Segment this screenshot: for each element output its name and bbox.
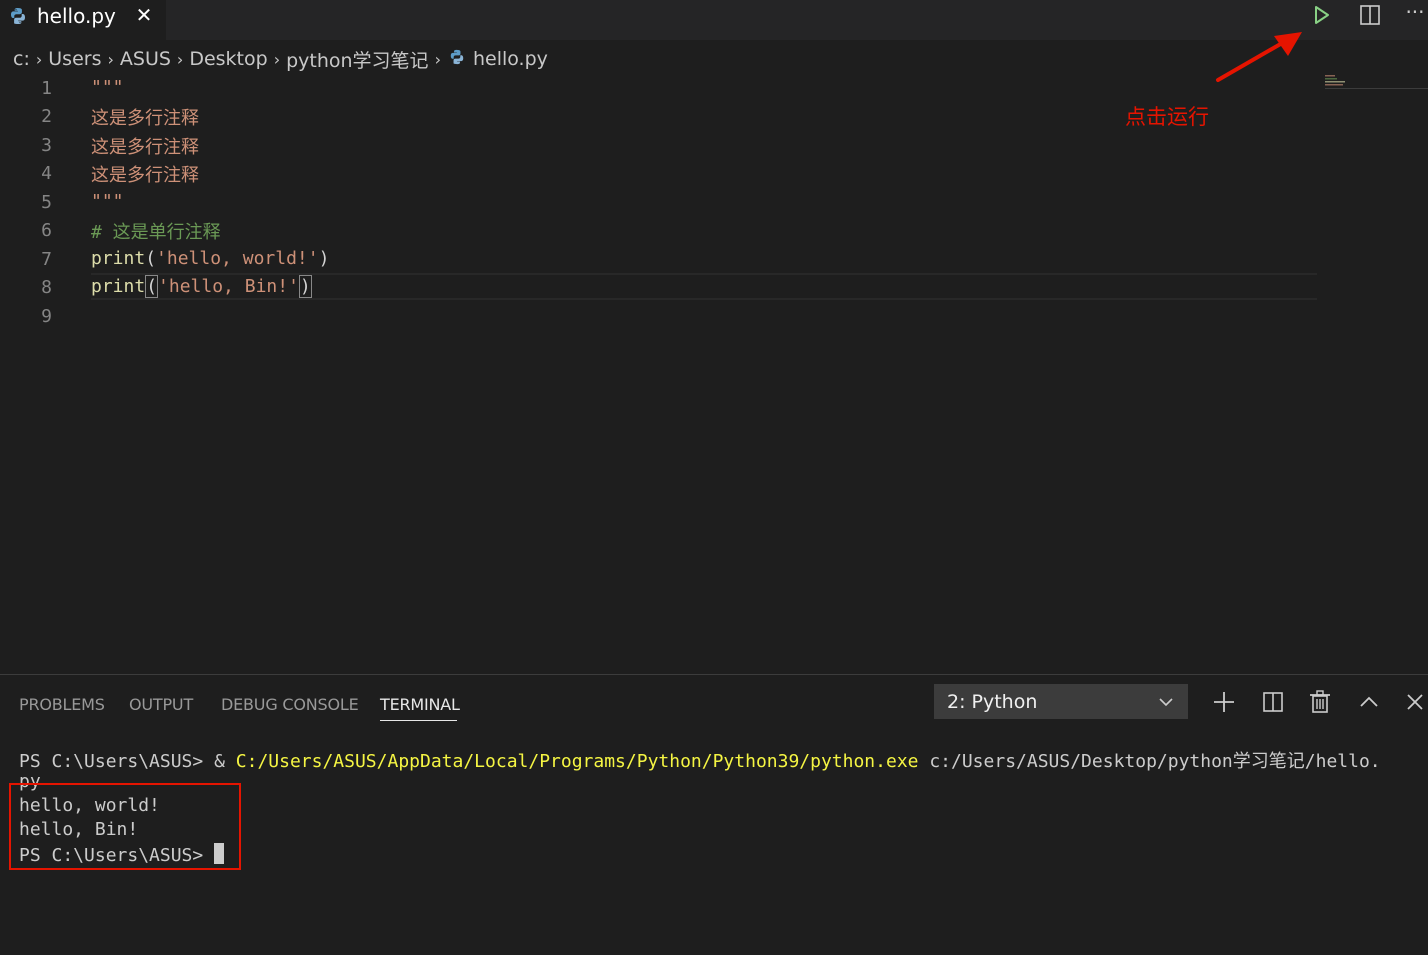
run-play-icon[interactable] xyxy=(1309,2,1335,28)
annotation-arrow xyxy=(1216,32,1302,82)
breadcrumb-folder[interactable]: python学习笔记 xyxy=(286,46,428,73)
chevron-right-icon: › xyxy=(35,49,43,69)
function-name: print xyxy=(91,248,146,269)
annotation-label: 点击运行 xyxy=(1125,105,1209,129)
trash-icon[interactable] xyxy=(1307,689,1333,715)
paren-close-matched: ) xyxy=(298,275,312,298)
paren-open: ( xyxy=(145,248,157,269)
code-line-8: print('hello, Bin!') xyxy=(91,275,312,298)
python-icon xyxy=(9,7,27,29)
chevron-right-icon: › xyxy=(434,49,441,69)
code-line-4: 这是多行注释 xyxy=(91,165,199,186)
code-editor[interactable]: 1 2 3 4 5 6 7 8 9 """ 这是多行注释 这是多行注释 这是多行… xyxy=(0,74,1428,674)
string-literal: 'hello, Bin!' xyxy=(158,276,299,297)
code-line-5: """ xyxy=(91,191,124,212)
line-number: 8 xyxy=(41,277,52,298)
breadcrumb-drive[interactable]: c: xyxy=(13,48,30,70)
code-line-2: 这是多行注释 xyxy=(91,108,199,129)
code-line-1: """ xyxy=(91,77,124,98)
tab-filename: hello.py xyxy=(37,4,116,28)
code-line-3: 这是多行注释 xyxy=(91,137,199,158)
terminal-select-value: 2: Python xyxy=(947,691,1038,713)
bottom-panel: PROBLEMS OUTPUT DEBUG CONSOLE TERMINAL 2… xyxy=(0,674,1428,955)
close-icon[interactable]: ✕ xyxy=(134,4,154,26)
split-terminal-icon[interactable] xyxy=(1260,689,1286,715)
function-name: print xyxy=(91,276,146,297)
paren-close: ) xyxy=(318,248,330,269)
chevron-right-icon: › xyxy=(107,49,114,69)
maximize-panel-icon[interactable] xyxy=(1356,689,1382,715)
chevron-right-icon: › xyxy=(273,49,281,69)
terminal-prompt: PS C:\Users\ASUS> xyxy=(19,751,215,772)
line-number: 5 xyxy=(41,192,52,213)
breadcrumb-file[interactable]: hello.py xyxy=(473,48,548,70)
line-number: 2 xyxy=(41,106,52,127)
string-literal: 'hello, world!' xyxy=(156,248,319,269)
close-panel-icon[interactable] xyxy=(1402,689,1428,715)
split-editor-icon[interactable] xyxy=(1357,2,1383,28)
more-actions-icon[interactable]: ··· xyxy=(1403,2,1427,28)
line-number: 3 xyxy=(41,135,52,156)
python-icon xyxy=(449,48,465,70)
breadcrumb: c: › Users › ASUS › Desktop › python学习笔记… xyxy=(13,45,548,73)
tab-problems[interactable]: PROBLEMS xyxy=(19,695,105,714)
line-number: 4 xyxy=(41,163,52,184)
code-line-7: print('hello, world!') xyxy=(91,248,329,269)
minimap[interactable] xyxy=(1323,73,1428,93)
line-number: 1 xyxy=(41,78,52,99)
code-line-6: # 这是单行注释 xyxy=(91,222,221,243)
tab-output[interactable]: OUTPUT xyxy=(129,695,193,714)
terminal-script-arg: c:/Users/ASUS/Desktop/python学习笔记/hello. xyxy=(918,751,1381,772)
breadcrumb-asus[interactable]: ASUS xyxy=(120,48,171,70)
terminal-exe-path: C:/Users/ASUS/AppData/Local/Programs/Pyt… xyxy=(235,751,919,772)
tab-terminal[interactable]: TERMINAL xyxy=(380,695,460,714)
paren-open-matched: ( xyxy=(145,275,159,298)
breadcrumb-desktop[interactable]: Desktop xyxy=(189,48,267,70)
tab-debug-console[interactable]: DEBUG CONSOLE xyxy=(221,695,359,714)
output-highlight-box xyxy=(9,783,241,870)
tab-hello-py[interactable]: hello.py ✕ xyxy=(0,0,166,40)
line-number: 7 xyxy=(41,249,52,270)
active-tab-indicator xyxy=(380,720,457,721)
line-number: 6 xyxy=(41,220,52,241)
add-terminal-icon[interactable] xyxy=(1211,689,1237,715)
terminal-amp: & xyxy=(214,751,236,772)
terminal-select[interactable]: 2: Python xyxy=(934,684,1188,719)
chevron-right-icon: › xyxy=(176,49,184,69)
breadcrumb-users[interactable]: Users xyxy=(48,48,101,70)
chevron-down-icon xyxy=(1158,694,1174,714)
terminal-command-line[interactable]: PS C:\Users\ASUS> & C:/Users/ASUS/AppDat… xyxy=(19,747,1381,773)
line-number: 9 xyxy=(41,306,52,327)
